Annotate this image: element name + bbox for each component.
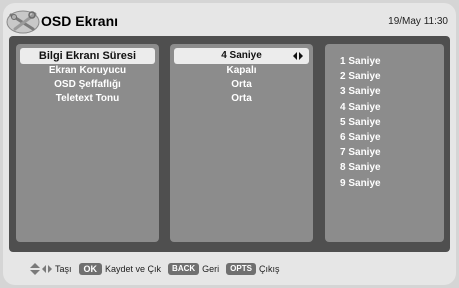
footer-hints: Taşı OK Kaydet ve Çık BACK Geri OPTS Çık…: [30, 262, 283, 276]
setting-label-screensaver[interactable]: Ekran Koruyucu: [16, 64, 159, 78]
settings-label-panel: Bilgi Ekranı Süresi Ekran Koruyucu OSD Ş…: [16, 44, 159, 242]
exit-hint: Çıkış: [258, 264, 280, 274]
option-item[interactable]: 6 Saniye: [325, 130, 444, 145]
left-right-arrows-icon: [293, 52, 303, 60]
option-item[interactable]: 3 Saniye: [325, 84, 444, 99]
setting-value-screensaver[interactable]: Kapalı: [170, 64, 313, 78]
back-hint: Geri: [202, 264, 220, 274]
setting-value-text: 4 Saniye: [221, 50, 262, 61]
settings-frame: Bilgi Ekranı Süresi Ekran Koruyucu OSD Ş…: [9, 36, 450, 252]
option-item[interactable]: 5 Saniye: [325, 115, 444, 130]
setting-label-info-duration[interactable]: Bilgi Ekranı Süresi: [20, 48, 155, 64]
back-key-badge: BACK: [168, 263, 200, 275]
option-item[interactable]: 4 Saniye: [325, 100, 444, 115]
header: OSD Ekranı 19/May 11:30: [3, 3, 456, 39]
osd-screen: OSD Ekranı 19/May 11:30 Bilgi Ekranı Sür…: [3, 3, 456, 285]
settings-value-panel: 4 Saniye Kapalı Orta Orta: [170, 44, 313, 242]
ok-key-badge: OK: [78, 263, 103, 275]
option-item[interactable]: 2 Saniye: [325, 69, 444, 84]
options-panel: 1 Saniye 2 Saniye 3 Saniye 4 Saniye 5 Sa…: [325, 44, 444, 242]
left-right-arrows-icon: [42, 265, 52, 273]
up-down-arrows-icon: [30, 263, 40, 275]
setting-value-info-duration[interactable]: 4 Saniye: [174, 48, 309, 64]
opts-key-badge: OPTS: [226, 263, 256, 275]
move-hint: Taşı: [55, 264, 72, 274]
setting-label-teletext-tone[interactable]: Teletext Tonu: [16, 92, 159, 106]
option-item[interactable]: 7 Saniye: [325, 145, 444, 160]
setting-label-osd-transparency[interactable]: OSD Şeffaflığı: [16, 78, 159, 92]
option-item[interactable]: 1 Saniye: [325, 54, 444, 69]
save-exit-hint: Kaydet ve Çık: [105, 264, 162, 274]
settings-tools-icon: [6, 10, 40, 34]
setting-value-osd-transparency[interactable]: Orta: [170, 78, 313, 92]
option-item[interactable]: 9 Saniye: [325, 176, 444, 191]
date-time: 19/May 11:30: [388, 16, 448, 27]
page-title: OSD Ekranı: [41, 13, 119, 29]
setting-value-teletext-tone[interactable]: Orta: [170, 92, 313, 106]
option-item[interactable]: 8 Saniye: [325, 160, 444, 175]
